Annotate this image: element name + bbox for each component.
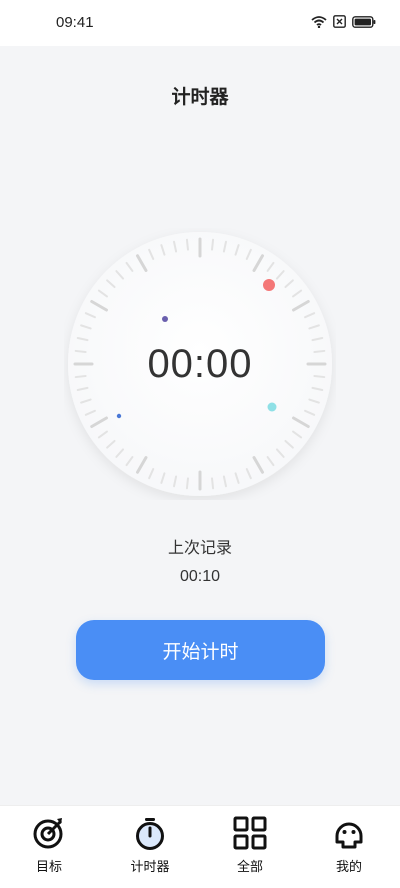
- minor-tick: [211, 477, 215, 490]
- status-bar: 09:41: [0, 0, 400, 46]
- start-timer-button[interactable]: 开始计时: [76, 620, 325, 680]
- tab-mine-label: 我的: [335, 860, 362, 875]
- minor-tick: [185, 477, 189, 490]
- status-time: 09:41: [56, 14, 94, 31]
- target-icon: [33, 818, 63, 849]
- tab-mine[interactable]: 我的: [309, 816, 389, 875]
- tab-target-label: 目标: [35, 860, 62, 875]
- cyan-dot: [267, 402, 277, 412]
- grid-icon: [233, 816, 267, 850]
- stopwatch-icon: [136, 818, 164, 850]
- last-record-label: 上次记录: [167, 538, 232, 557]
- blue-dot: [116, 413, 122, 419]
- purple-dot: [162, 316, 168, 322]
- red-dot: [263, 279, 275, 291]
- tab-target[interactable]: 目标: [9, 816, 89, 875]
- wifi-icon: [311, 15, 327, 28]
- tab-stopwatch-label: 计时器: [130, 860, 170, 875]
- minor-tick: [185, 238, 189, 251]
- tab-all[interactable]: 全部: [210, 816, 290, 875]
- timer-display: 00:00: [147, 342, 253, 386]
- timer-dial: 00:00: [64, 228, 336, 500]
- tab-all-label: 全部: [236, 860, 263, 875]
- bottom-tab-bar: 目标 计时器 全部 我的: [0, 805, 400, 888]
- minor-tick: [211, 238, 215, 251]
- status-icons: [311, 15, 376, 28]
- tab-stopwatch[interactable]: 计时器: [110, 816, 190, 875]
- no-sim-icon: [333, 15, 346, 28]
- face-icon: [335, 822, 363, 849]
- page-title: 计时器: [171, 86, 229, 108]
- last-record-value: 00:10: [179, 568, 221, 585]
- battery-icon: [352, 15, 376, 28]
